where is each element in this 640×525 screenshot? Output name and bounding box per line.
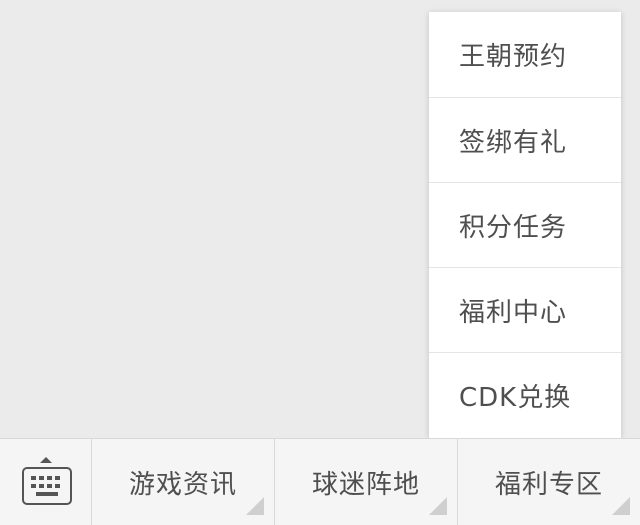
- submenu-item-label: 签绑有礼: [459, 127, 568, 158]
- submenu-indicator-icon: [246, 497, 264, 515]
- submenu-item-label: CDK兑换: [459, 383, 572, 413]
- submenu-item-sign-bind-gift[interactable]: 签绑有礼: [429, 98, 621, 183]
- submenu-popup: 王朝预约 签绑有礼 积分任务 福利中心 CDK兑换: [429, 12, 621, 438]
- submenu-item-label: 福利中心: [459, 297, 568, 328]
- submenu-item-cdk-redeem[interactable]: CDK兑换: [429, 353, 621, 438]
- menu-welfare-zone[interactable]: 福利专区: [458, 439, 640, 525]
- menu-label: 球迷阵地: [311, 469, 420, 500]
- caret-up-icon: [40, 457, 52, 463]
- keyboard-icon: [22, 467, 72, 509]
- menu-fan-zone[interactable]: 球迷阵地: [275, 439, 458, 525]
- submenu-item-points-tasks[interactable]: 积分任务: [429, 183, 621, 268]
- menu-label: 福利专区: [494, 469, 603, 500]
- submenu-indicator-icon: [429, 497, 447, 515]
- bottom-menu-bar: 游戏资讯 球迷阵地 福利专区: [0, 438, 640, 525]
- menu-label: 游戏资讯: [128, 469, 237, 500]
- submenu-item-label: 积分任务: [459, 212, 568, 243]
- submenu-item-welfare-center[interactable]: 福利中心: [429, 268, 621, 353]
- keyboard-toggle-button[interactable]: [0, 439, 92, 525]
- menu-game-news[interactable]: 游戏资讯: [92, 439, 275, 525]
- submenu-item-dynasty-reservation[interactable]: 王朝预约: [429, 12, 621, 98]
- submenu-item-label: 王朝预约: [459, 42, 568, 72]
- submenu-indicator-icon: [612, 497, 630, 515]
